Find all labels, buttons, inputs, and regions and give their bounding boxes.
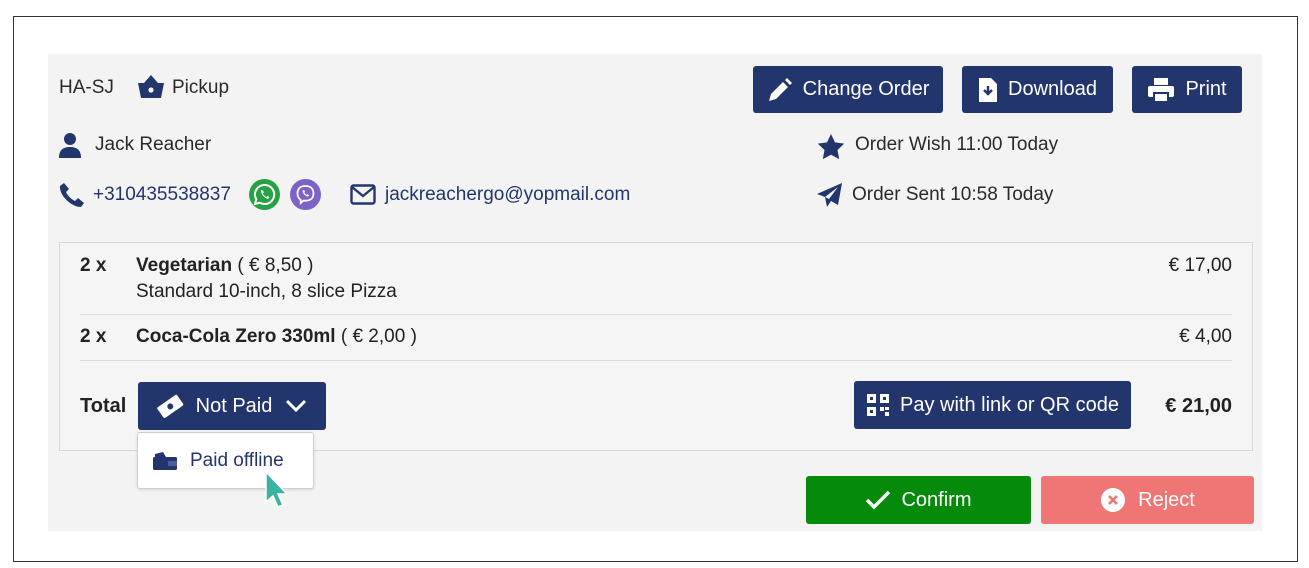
phone-icon <box>59 182 84 207</box>
item-name: Coca-Cola Zero 330ml <box>136 326 336 347</box>
close-circle-icon <box>1100 487 1126 513</box>
file-download-icon <box>978 77 998 103</box>
item-divider <box>80 314 1232 315</box>
reject-label: Reject <box>1138 488 1195 511</box>
item-description: Standard 10-inch, 8 slice Pizza <box>136 281 397 302</box>
star-icon <box>817 133 845 160</box>
customer-phone[interactable]: +310435538837 <box>93 184 231 206</box>
chevron-down-icon <box>284 398 308 414</box>
cash-icon <box>152 451 178 471</box>
item-unit-price: ( € 2,00 ) <box>340 326 417 347</box>
envelope-icon <box>350 184 376 205</box>
pointer-cursor-icon <box>262 470 292 510</box>
payment-status-dropdown[interactable]: Not Paid <box>138 382 326 430</box>
change-order-label: Change Order <box>802 78 930 100</box>
user-icon <box>59 132 81 158</box>
print-label: Print <box>1185 78 1227 100</box>
confirm-label: Confirm <box>901 488 972 511</box>
payment-option-label: Paid offline <box>190 449 284 471</box>
basket-icon <box>137 74 165 100</box>
check-icon <box>865 490 891 510</box>
order-code: HA-SJ <box>59 77 114 98</box>
order-type-label: Pickup <box>172 77 230 98</box>
paper-plane-icon <box>816 182 843 209</box>
whatsapp-icon[interactable] <box>249 179 280 210</box>
pay-with-link-label: Pay with link or QR code <box>900 393 1119 416</box>
total-amount: € 21,00 <box>1165 395 1232 417</box>
item-total: € 17,00 <box>1168 255 1232 276</box>
customer-email[interactable]: jackreachergo@yopmail.com <box>385 184 630 206</box>
confirm-button[interactable]: Confirm <box>806 476 1031 524</box>
item-unit-price: ( € 8,50 ) <box>237 255 314 276</box>
item-title: Coca-Cola Zero 330ml ( € 2,00 ) <box>136 326 417 348</box>
download-button[interactable]: Download <box>962 66 1113 113</box>
change-order-button[interactable]: Change Order <box>753 66 943 113</box>
qr-code-icon <box>866 393 890 417</box>
print-button[interactable]: Print <box>1132 66 1242 113</box>
order-sent-time: Order Sent 10:58 Today <box>852 184 1054 205</box>
item-quantity: 2 x <box>80 326 107 347</box>
item-total: € 4,00 <box>1179 326 1232 347</box>
total-label: Total <box>80 395 127 417</box>
item-divider <box>80 360 1232 361</box>
pay-with-link-button[interactable]: Pay with link or QR code <box>854 381 1131 429</box>
reject-button[interactable]: Reject <box>1041 476 1254 524</box>
payment-status-label: Not Paid <box>195 394 273 417</box>
money-icon <box>156 393 184 419</box>
viber-icon[interactable] <box>290 179 321 210</box>
item-quantity: 2 x <box>80 255 107 276</box>
printer-icon <box>1147 77 1175 103</box>
order-wish-time: Order Wish 11:00 Today <box>855 134 1059 155</box>
customer-name: Jack Reacher <box>95 134 212 155</box>
item-name: Vegetarian <box>136 255 233 276</box>
download-label: Download <box>1008 78 1097 100</box>
pencil-icon <box>767 77 793 103</box>
item-title: Vegetarian ( € 8,50 ) <box>136 255 313 277</box>
